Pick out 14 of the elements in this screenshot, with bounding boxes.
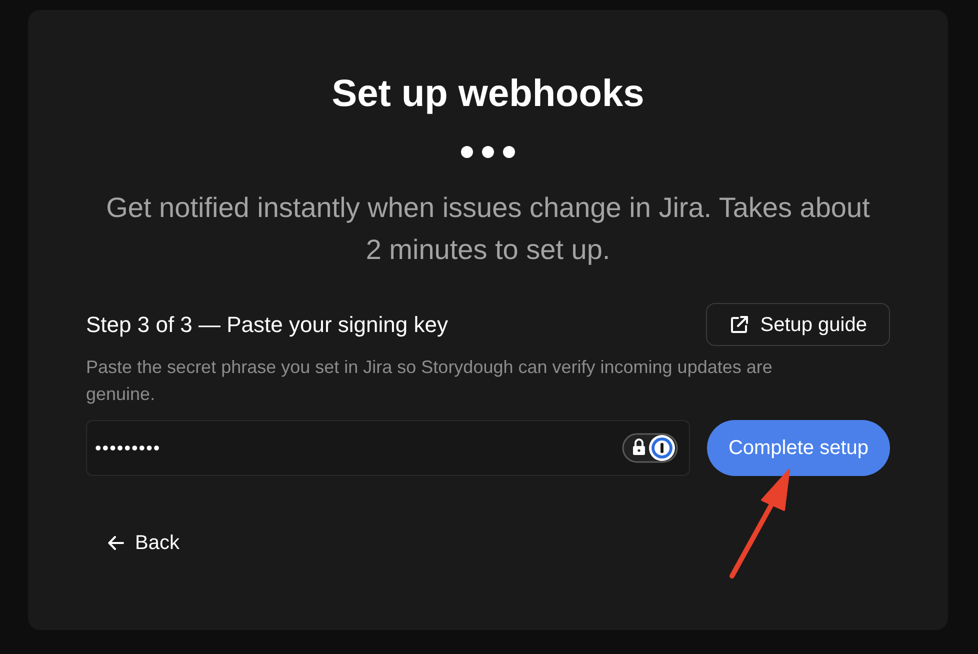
card-title: Set up webhooks [332, 72, 644, 117]
complete-setup-button[interactable]: Complete setup [707, 420, 890, 476]
step-dot-icon [503, 146, 515, 158]
step-dot-icon [461, 146, 473, 158]
step-label: Step 3 of 3 — Paste your signing key [86, 311, 448, 339]
setup-guide-button[interactable]: Setup guide [706, 303, 890, 346]
external-link-icon [729, 314, 750, 334]
step-dot-icon [482, 146, 494, 158]
step-description: Paste the secret phrase you set in Jira so Storydough can verify incoming updates are genuine. [86, 356, 774, 406]
back-link[interactable]: Back [108, 528, 180, 558]
card-subtitle: Get notified instantly when issues change in Jira. Takes about 2 minutes to set up. [105, 191, 871, 267]
lock-toggle-icon[interactable] [622, 433, 678, 463]
arrow-left-icon [108, 536, 124, 550]
signing-key-field[interactable]: ••••••••• [86, 420, 690, 476]
